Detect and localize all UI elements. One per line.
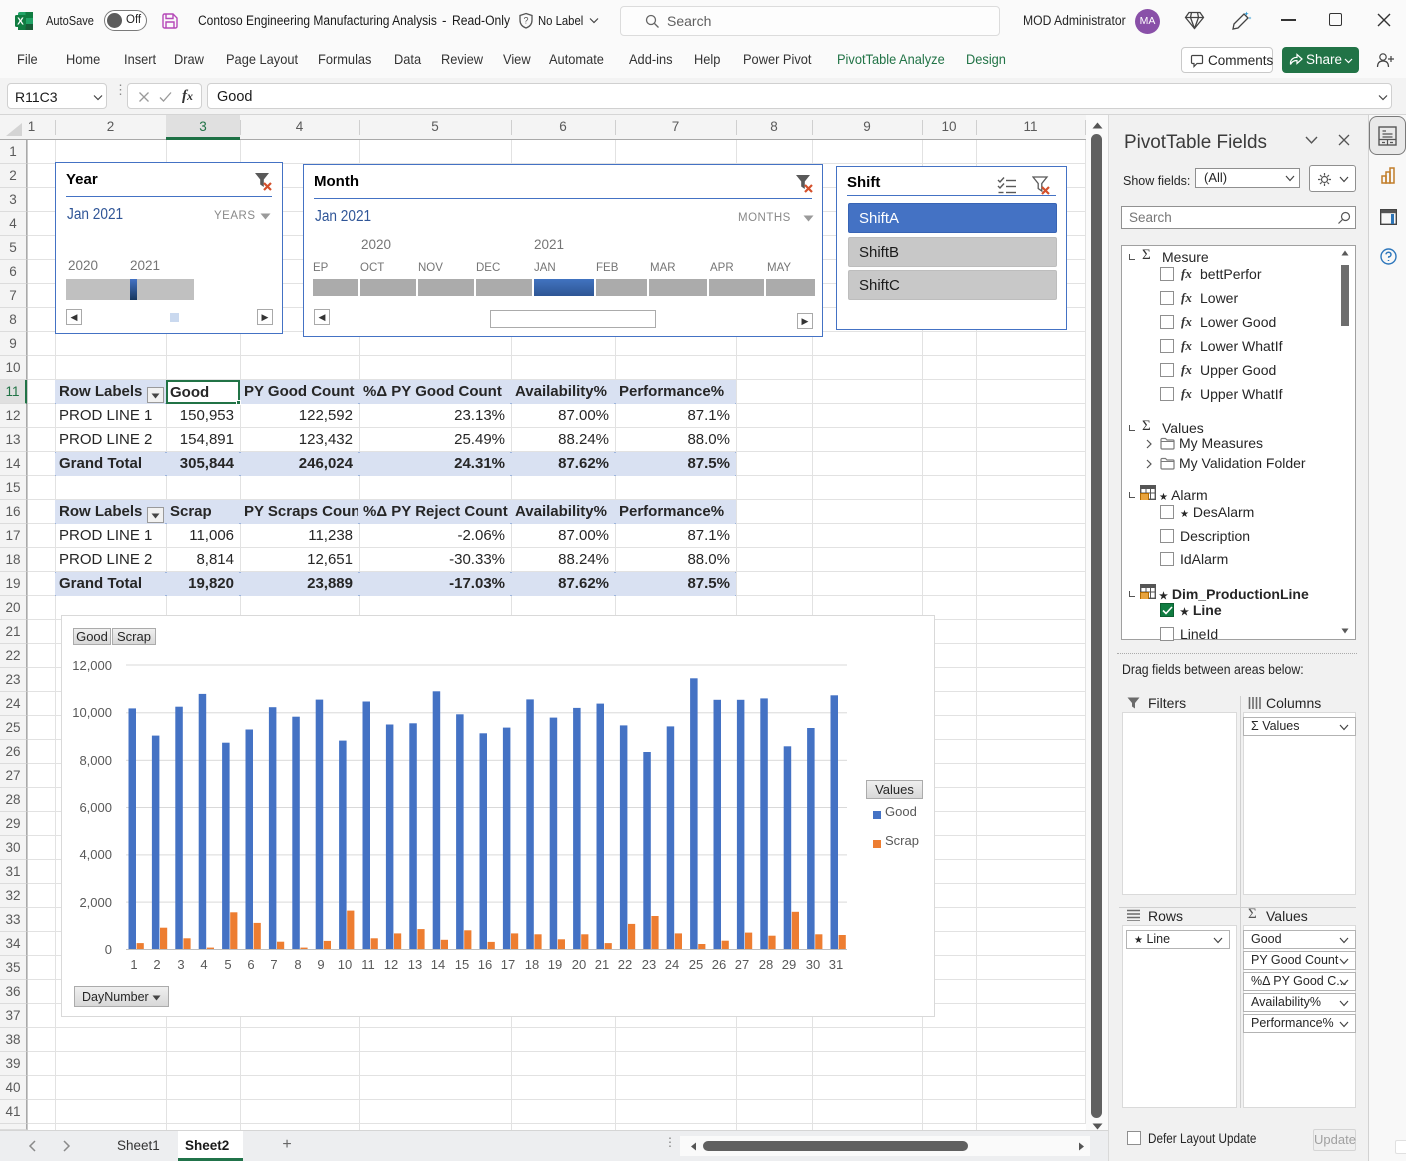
svg-text:X: X	[17, 17, 24, 28]
svg-text:?: ?	[523, 16, 528, 26]
